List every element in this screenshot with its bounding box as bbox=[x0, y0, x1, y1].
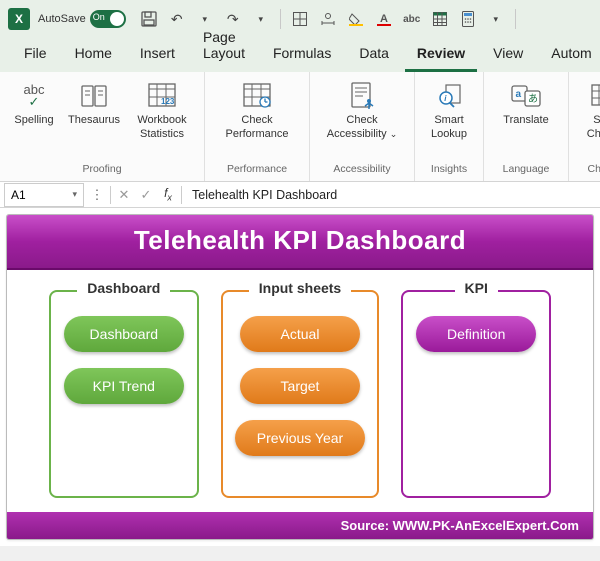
borders-icon[interactable] bbox=[291, 10, 309, 28]
spelling-icon[interactable]: abc bbox=[403, 10, 421, 28]
calculator-icon[interactable] bbox=[459, 10, 477, 28]
tab-insert[interactable]: Insert bbox=[128, 39, 187, 72]
ribbon-group-performance: Check Performance Performance bbox=[205, 72, 310, 181]
thesaurus-button[interactable]: Thesaurus bbox=[62, 78, 126, 144]
formula-input[interactable] bbox=[184, 183, 600, 207]
ribbon-group-label: Language bbox=[503, 161, 550, 179]
separator bbox=[515, 9, 516, 29]
translate-icon: aあ bbox=[510, 80, 542, 112]
dashboard-footer: Source: WWW.PK-AnExcelExpert.Com bbox=[7, 512, 593, 539]
ribbon-group-label: Performance bbox=[227, 161, 287, 179]
workbook-statistics-button[interactable]: 123 Workbook Statistics bbox=[130, 78, 194, 144]
tab-home[interactable]: Home bbox=[63, 39, 124, 72]
formula-options-icon[interactable]: ⋮ bbox=[86, 183, 108, 207]
thesaurus-icon bbox=[78, 80, 110, 112]
svg-text:あ: あ bbox=[528, 93, 538, 105]
title-bar: X AutoSave On ↶ ▾ ↷ ▾ A abc ▾ bbox=[0, 0, 600, 38]
panel-kpi: KPI Definition bbox=[401, 290, 551, 498]
tab-automate[interactable]: Autom bbox=[539, 39, 600, 72]
dashboard-body: Dashboard Dashboard KPI Trend Input shee… bbox=[7, 270, 593, 512]
tab-file[interactable]: File bbox=[12, 39, 59, 72]
name-box[interactable]: A1▾ bbox=[4, 183, 84, 207]
touch-mode-icon[interactable] bbox=[319, 10, 337, 28]
tab-view[interactable]: View bbox=[481, 39, 535, 72]
excel-logo-icon: X bbox=[8, 8, 30, 30]
fx-icon[interactable]: fx bbox=[157, 183, 179, 207]
font-color-icon[interactable]: A bbox=[375, 10, 393, 28]
chevron-down-icon: ▾ bbox=[72, 189, 77, 200]
separator bbox=[181, 186, 182, 204]
ribbon-tabs: File Home Insert Page Layout Formulas Da… bbox=[0, 38, 600, 72]
dropdown-icon[interactable]: ▾ bbox=[487, 10, 505, 28]
fill-color-icon[interactable] bbox=[347, 10, 365, 28]
accessibility-icon bbox=[346, 80, 378, 112]
separator bbox=[280, 9, 281, 29]
translate-button[interactable]: aあ Translate bbox=[494, 78, 558, 130]
ribbon-group-proofing: abc✓ Spelling Thesaurus 123 Workbook Sta… bbox=[0, 72, 205, 181]
tab-data[interactable]: Data bbox=[347, 39, 401, 72]
tab-formulas[interactable]: Formulas bbox=[261, 39, 343, 72]
show-changes-icon bbox=[587, 80, 600, 112]
performance-icon bbox=[241, 80, 273, 112]
undo-icon[interactable]: ↶ bbox=[168, 10, 186, 28]
autosave-toggle[interactable]: AutoSave On bbox=[38, 10, 126, 28]
ribbon-group-label: Insights bbox=[431, 161, 467, 179]
ribbon-group-label: Proofing bbox=[82, 161, 121, 179]
chevron-down-icon: ⌄ bbox=[390, 129, 398, 139]
svg-text:a: a bbox=[516, 89, 522, 100]
cancel-icon[interactable]: ✕ bbox=[113, 183, 135, 207]
svg-text:A: A bbox=[380, 13, 388, 25]
check-performance-button[interactable]: Check Performance bbox=[215, 78, 299, 144]
panel-title: KPI bbox=[455, 280, 498, 296]
tab-page-layout[interactable]: Page Layout bbox=[191, 23, 257, 72]
previous-year-button[interactable]: Previous Year bbox=[235, 420, 365, 456]
svg-text:123: 123 bbox=[161, 97, 175, 106]
actual-button[interactable]: Actual bbox=[240, 316, 360, 352]
ribbon-group-label: Accessibility bbox=[333, 161, 390, 179]
enter-icon[interactable]: ✓ bbox=[135, 183, 157, 207]
save-icon[interactable] bbox=[140, 10, 158, 28]
panel-dashboard: Dashboard Dashboard KPI Trend bbox=[49, 290, 199, 498]
panel-title: Dashboard bbox=[77, 280, 170, 296]
dashboard-card: Telehealth KPI Dashboard Dashboard Dashb… bbox=[6, 214, 594, 540]
ribbon: abc✓ Spelling Thesaurus 123 Workbook Sta… bbox=[0, 72, 600, 182]
spelling-icon: abc✓ bbox=[18, 80, 50, 112]
smart-lookup-icon: i bbox=[433, 80, 465, 112]
show-changes-button[interactable]: Sho Chang bbox=[579, 78, 600, 144]
worksheet-area[interactable]: Telehealth KPI Dashboard Dashboard Dashb… bbox=[0, 208, 600, 546]
panel-input-sheets: Input sheets Actual Target Previous Year bbox=[221, 290, 379, 498]
spelling-button[interactable]: abc✓ Spelling bbox=[10, 78, 58, 144]
definition-button[interactable]: Definition bbox=[416, 316, 536, 352]
smart-lookup-button[interactable]: i Smart Lookup bbox=[425, 78, 473, 144]
ribbon-group-insights: i Smart Lookup Insights bbox=[415, 72, 484, 181]
autosave-label: AutoSave bbox=[38, 13, 86, 25]
workbook-stats-icon: 123 bbox=[146, 80, 178, 112]
ribbon-group-accessibility: Check Accessibility ⌄ Accessibility bbox=[310, 72, 415, 181]
ribbon-group-changes: Sho Chang Chang bbox=[569, 72, 600, 181]
dashboard-title: Telehealth KPI Dashboard bbox=[7, 215, 593, 270]
panel-title: Input sheets bbox=[249, 280, 351, 296]
ribbon-group-label: Chang bbox=[588, 161, 600, 179]
check-accessibility-button[interactable]: Check Accessibility ⌄ bbox=[320, 78, 404, 144]
separator bbox=[110, 186, 111, 204]
target-button[interactable]: Target bbox=[240, 368, 360, 404]
formula-bar: A1▾ ⋮ ✕ ✓ fx bbox=[0, 182, 600, 208]
table-icon[interactable] bbox=[431, 10, 449, 28]
ribbon-group-language: aあ Translate Language bbox=[484, 72, 569, 181]
toggle-on-icon[interactable]: On bbox=[90, 10, 126, 28]
dashboard-button[interactable]: Dashboard bbox=[64, 316, 184, 352]
kpi-trend-button[interactable]: KPI Trend bbox=[64, 368, 184, 404]
tab-review[interactable]: Review bbox=[405, 39, 477, 72]
